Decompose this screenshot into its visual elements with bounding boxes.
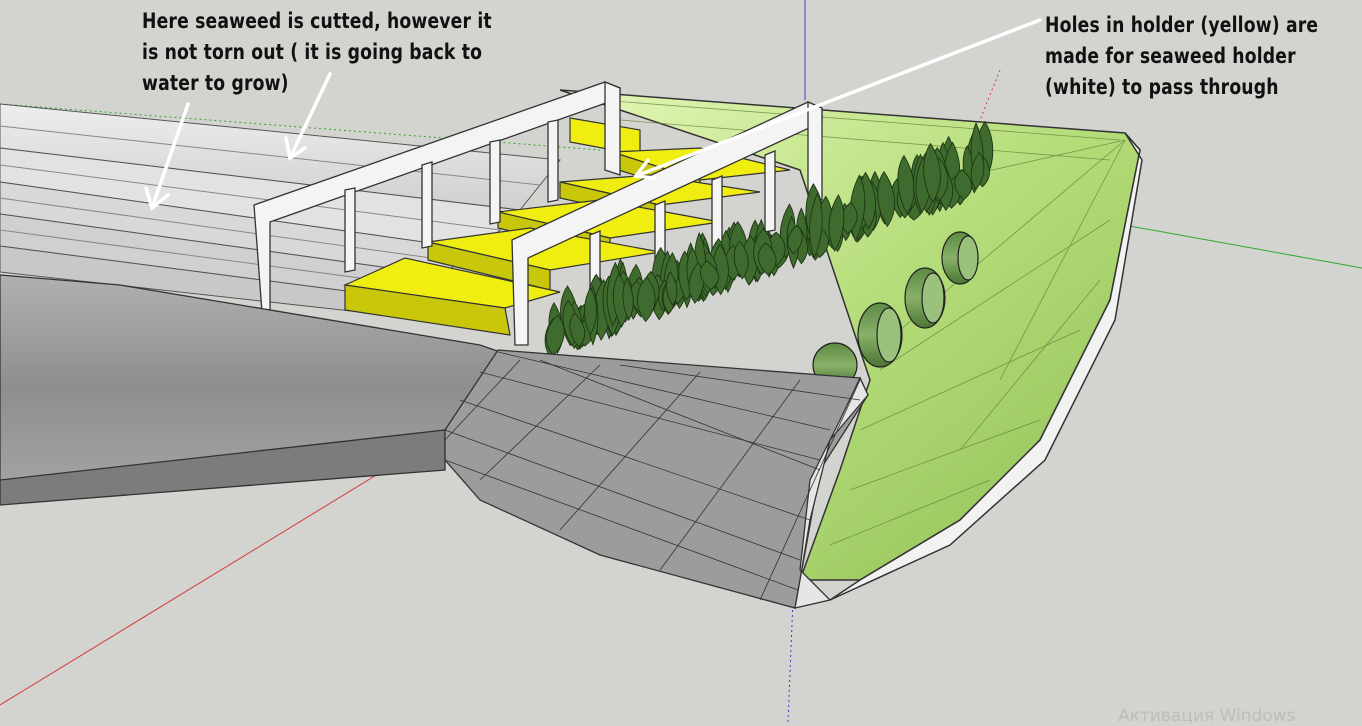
annotation-line: is not torn out ( it is going back to bbox=[142, 40, 483, 64]
annotation-line: water to grow) bbox=[142, 71, 289, 95]
annotation-line: (white) to pass through bbox=[1045, 75, 1279, 99]
annotation-cut-seaweed: Here seaweed is cutted, however it is no… bbox=[142, 6, 503, 99]
annotation-line: Here seaweed is cutted, however it bbox=[142, 9, 492, 33]
annotation-line: made for seaweed holder bbox=[1045, 44, 1296, 68]
annotation-holder-holes: Holes in holder (yellow) are made for se… bbox=[1045, 10, 1348, 103]
gray-hull bbox=[0, 274, 869, 609]
blue-axis-dotted bbox=[787, 599, 794, 722]
windows-activation-watermark: Активация Windows bbox=[1118, 706, 1296, 726]
sketchup-viewport[interactable] bbox=[0, 0, 1362, 722]
annotation-line: Holes in holder (yellow) are bbox=[1045, 13, 1319, 37]
